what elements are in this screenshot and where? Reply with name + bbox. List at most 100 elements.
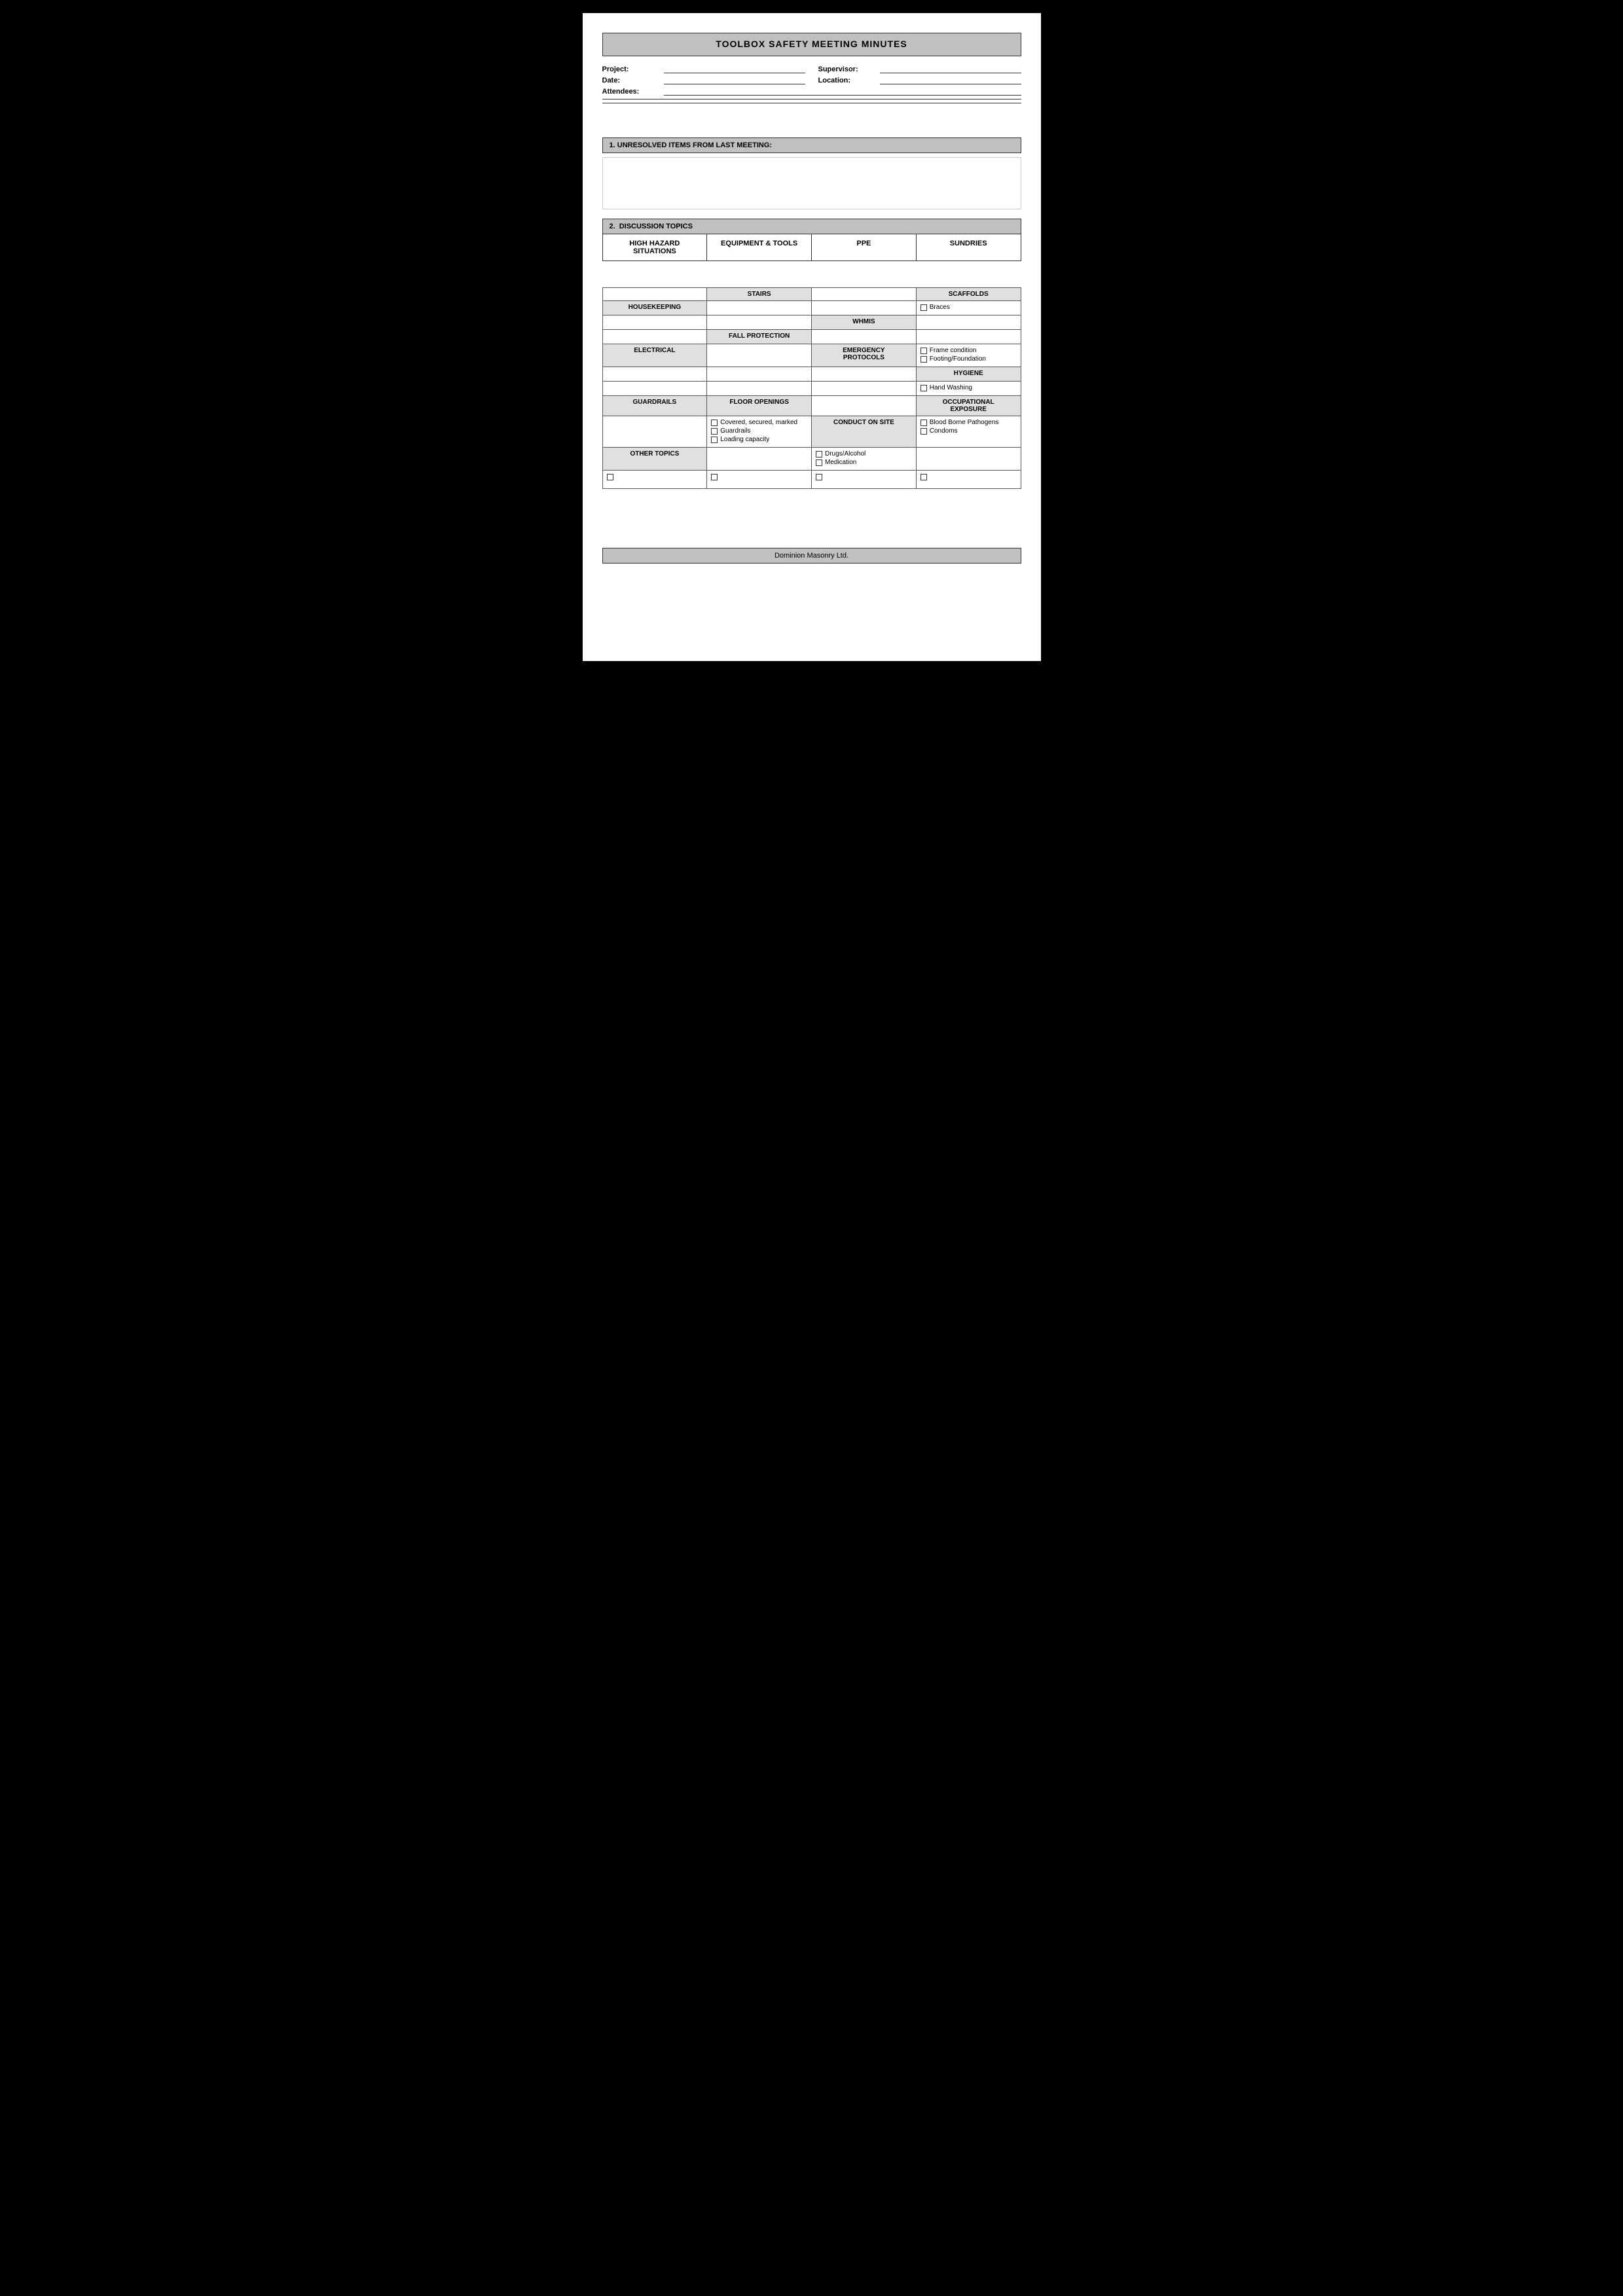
checkbox-guardrails-fo[interactable]	[711, 428, 718, 435]
footer-bar: Dominion Masonry Ltd.	[602, 548, 1021, 564]
topics-row: HIGH HAZARDSITUATIONS EQUIPMENT & TOOLS …	[602, 234, 1021, 261]
cell-conduct-items: Drugs/Alcohol Medication	[812, 448, 917, 471]
section1-number: 1.	[610, 141, 615, 149]
label-covered-secured: Covered, secured, marked	[720, 419, 797, 426]
label-braces: Braces	[930, 304, 950, 311]
checkbox-footing[interactable]	[921, 356, 927, 363]
cell-blood-condoms: Blood Borne Pathogens Condoms	[916, 416, 1021, 448]
item-frame-condition: Frame condition	[921, 347, 1017, 354]
line-supervisor[interactable]	[880, 65, 1021, 73]
cell-hand-washing: Hand Washing	[916, 382, 1021, 396]
cell-housekeeping: HOUSEKEEPING	[602, 301, 707, 315]
item-braces: Braces	[921, 304, 1017, 311]
topic-ppe: PPE	[812, 234, 917, 260]
cell-r4-c3	[812, 330, 917, 344]
label-frame-condition: Frame condition	[930, 347, 977, 354]
line-date[interactable]	[664, 77, 805, 84]
topic-high-hazard: HIGH HAZARDSITUATIONS	[603, 234, 708, 260]
item-loading-capacity: Loading capacity	[711, 436, 807, 443]
cell-conduct-on-site: CONDUCT ON SITE	[812, 416, 917, 448]
label-footing: Footing/Foundation	[930, 355, 986, 363]
checkbox-medication[interactable]	[816, 459, 822, 466]
label-supervisor: Supervisor:	[818, 65, 877, 73]
item-hand-washing: Hand Washing	[921, 384, 1017, 391]
cell-r1-c3	[812, 288, 917, 301]
info-section: Project: Supervisor: Date: Location: Att…	[602, 65, 1021, 131]
checkbox-other-2[interactable]	[711, 474, 718, 480]
section2-number: 2.	[610, 223, 615, 230]
cell-r8-c3	[812, 396, 917, 416]
checkbox-hand-washing[interactable]	[921, 385, 927, 391]
checkbox-other-4[interactable]	[921, 474, 927, 480]
page-title-bar: TOOLBOX SAFETY MEETING MINUTES	[602, 33, 1021, 56]
cell-r6-c2	[707, 367, 812, 382]
cell-r11-c4	[916, 471, 1021, 489]
line-attendees[interactable]	[664, 88, 1021, 96]
section2-header: 2. DISCUSSION TOPICS	[602, 219, 1021, 234]
topic-sundries: SUNDRIES	[917, 234, 1021, 260]
grid-row-3: WHMIS	[602, 315, 1021, 330]
info-row-project: Project: Supervisor:	[602, 65, 1021, 73]
cell-r6-c3	[812, 367, 917, 382]
item-footing: Footing/Foundation	[921, 355, 1017, 363]
line-project[interactable]	[664, 65, 805, 73]
cell-occupational-exposure: OCCUPATIONAL EXPOSURE	[916, 396, 1021, 416]
line-location[interactable]	[880, 77, 1021, 84]
info-row-attendees: Attendees:	[602, 88, 1021, 96]
cell-r7-c3	[812, 382, 917, 396]
spacer1	[602, 268, 1021, 281]
item-blood-borne: Blood Borne Pathogens	[921, 419, 1017, 426]
cell-r9-c1	[602, 416, 707, 448]
section2-label: DISCUSSION TOPICS	[619, 223, 693, 230]
checkbox-loading-capacity[interactable]	[711, 437, 718, 443]
checkbox-drugs-alcohol[interactable]	[816, 451, 822, 457]
item-drugs-alcohol: Drugs/Alcohol	[816, 450, 912, 457]
grid-row-6: HYGIENE	[602, 367, 1021, 382]
cell-r4-c4	[916, 330, 1021, 344]
grid-row-7: Hand Washing	[602, 382, 1021, 396]
unresolved-area[interactable]	[602, 157, 1021, 209]
footer-text: Dominion Masonry Ltd.	[775, 552, 848, 560]
grid-row-5: ELECTRICAL EMERGENCY PROTOCOLS Frame con…	[602, 344, 1021, 367]
grid-row-8: GUARDRAILS FLOOR OPENINGS OCCUPATIONAL E…	[602, 396, 1021, 416]
checkbox-other-3[interactable]	[816, 474, 822, 480]
checkbox-covered-secured[interactable]	[711, 420, 718, 426]
cell-r6-c1	[602, 367, 707, 382]
label-drugs-alcohol: Drugs/Alcohol	[825, 450, 866, 457]
cell-r3-c4	[916, 315, 1021, 330]
item-medication: Medication	[816, 459, 912, 466]
grid-row-1: STAIRS SCAFFOLDS	[602, 288, 1021, 301]
label-attendees: Attendees:	[602, 88, 661, 96]
cell-scaffolds: SCAFFOLDS	[916, 288, 1021, 301]
cell-r2-c2	[707, 301, 812, 315]
grid-row-10: OTHER TOPICS Drugs/Alcohol Medication	[602, 448, 1021, 471]
label-hand-washing: Hand Washing	[930, 384, 972, 391]
checkbox-braces[interactable]	[921, 304, 927, 311]
section1-header: 1. UNRESOLVED ITEMS FROM LAST MEETING:	[602, 137, 1021, 153]
cell-floor-openings: FLOOR OPENINGS	[707, 396, 812, 416]
cell-r11-c3	[812, 471, 917, 489]
cell-fall-protection: FALL PROTECTION	[707, 330, 812, 344]
label-guardrails-fo: Guardrails	[720, 427, 750, 435]
grid-row-2: HOUSEKEEPING Braces	[602, 301, 1021, 315]
topic-equipment: EQUIPMENT & TOOLS	[707, 234, 812, 260]
cell-whmis: WHMIS	[812, 315, 917, 330]
label-medication: Medication	[825, 459, 856, 466]
cell-r7-c2	[707, 382, 812, 396]
main-grid-table: STAIRS SCAFFOLDS HOUSEKEEPING Braces WHM…	[602, 287, 1021, 489]
label-loading-capacity: Loading capacity	[720, 436, 769, 443]
checkbox-blood-borne[interactable]	[921, 420, 927, 426]
cell-r7-c1	[602, 382, 707, 396]
cell-braces: Braces	[916, 301, 1021, 315]
item-guardrails-fo: Guardrails	[711, 427, 807, 435]
checkbox-condoms[interactable]	[921, 428, 927, 435]
checkbox-frame-condition[interactable]	[921, 348, 927, 354]
checkbox-other-1[interactable]	[607, 474, 613, 480]
cell-frame-footing: Frame condition Footing/Foundation	[916, 344, 1021, 367]
cell-r3-c1	[602, 315, 707, 330]
cell-r11-c2	[707, 471, 812, 489]
cell-r2-c3	[812, 301, 917, 315]
cell-emergency-protocols: EMERGENCY PROTOCOLS	[812, 344, 917, 367]
label-project: Project:	[602, 65, 661, 73]
item-covered-secured: Covered, secured, marked	[711, 419, 807, 426]
